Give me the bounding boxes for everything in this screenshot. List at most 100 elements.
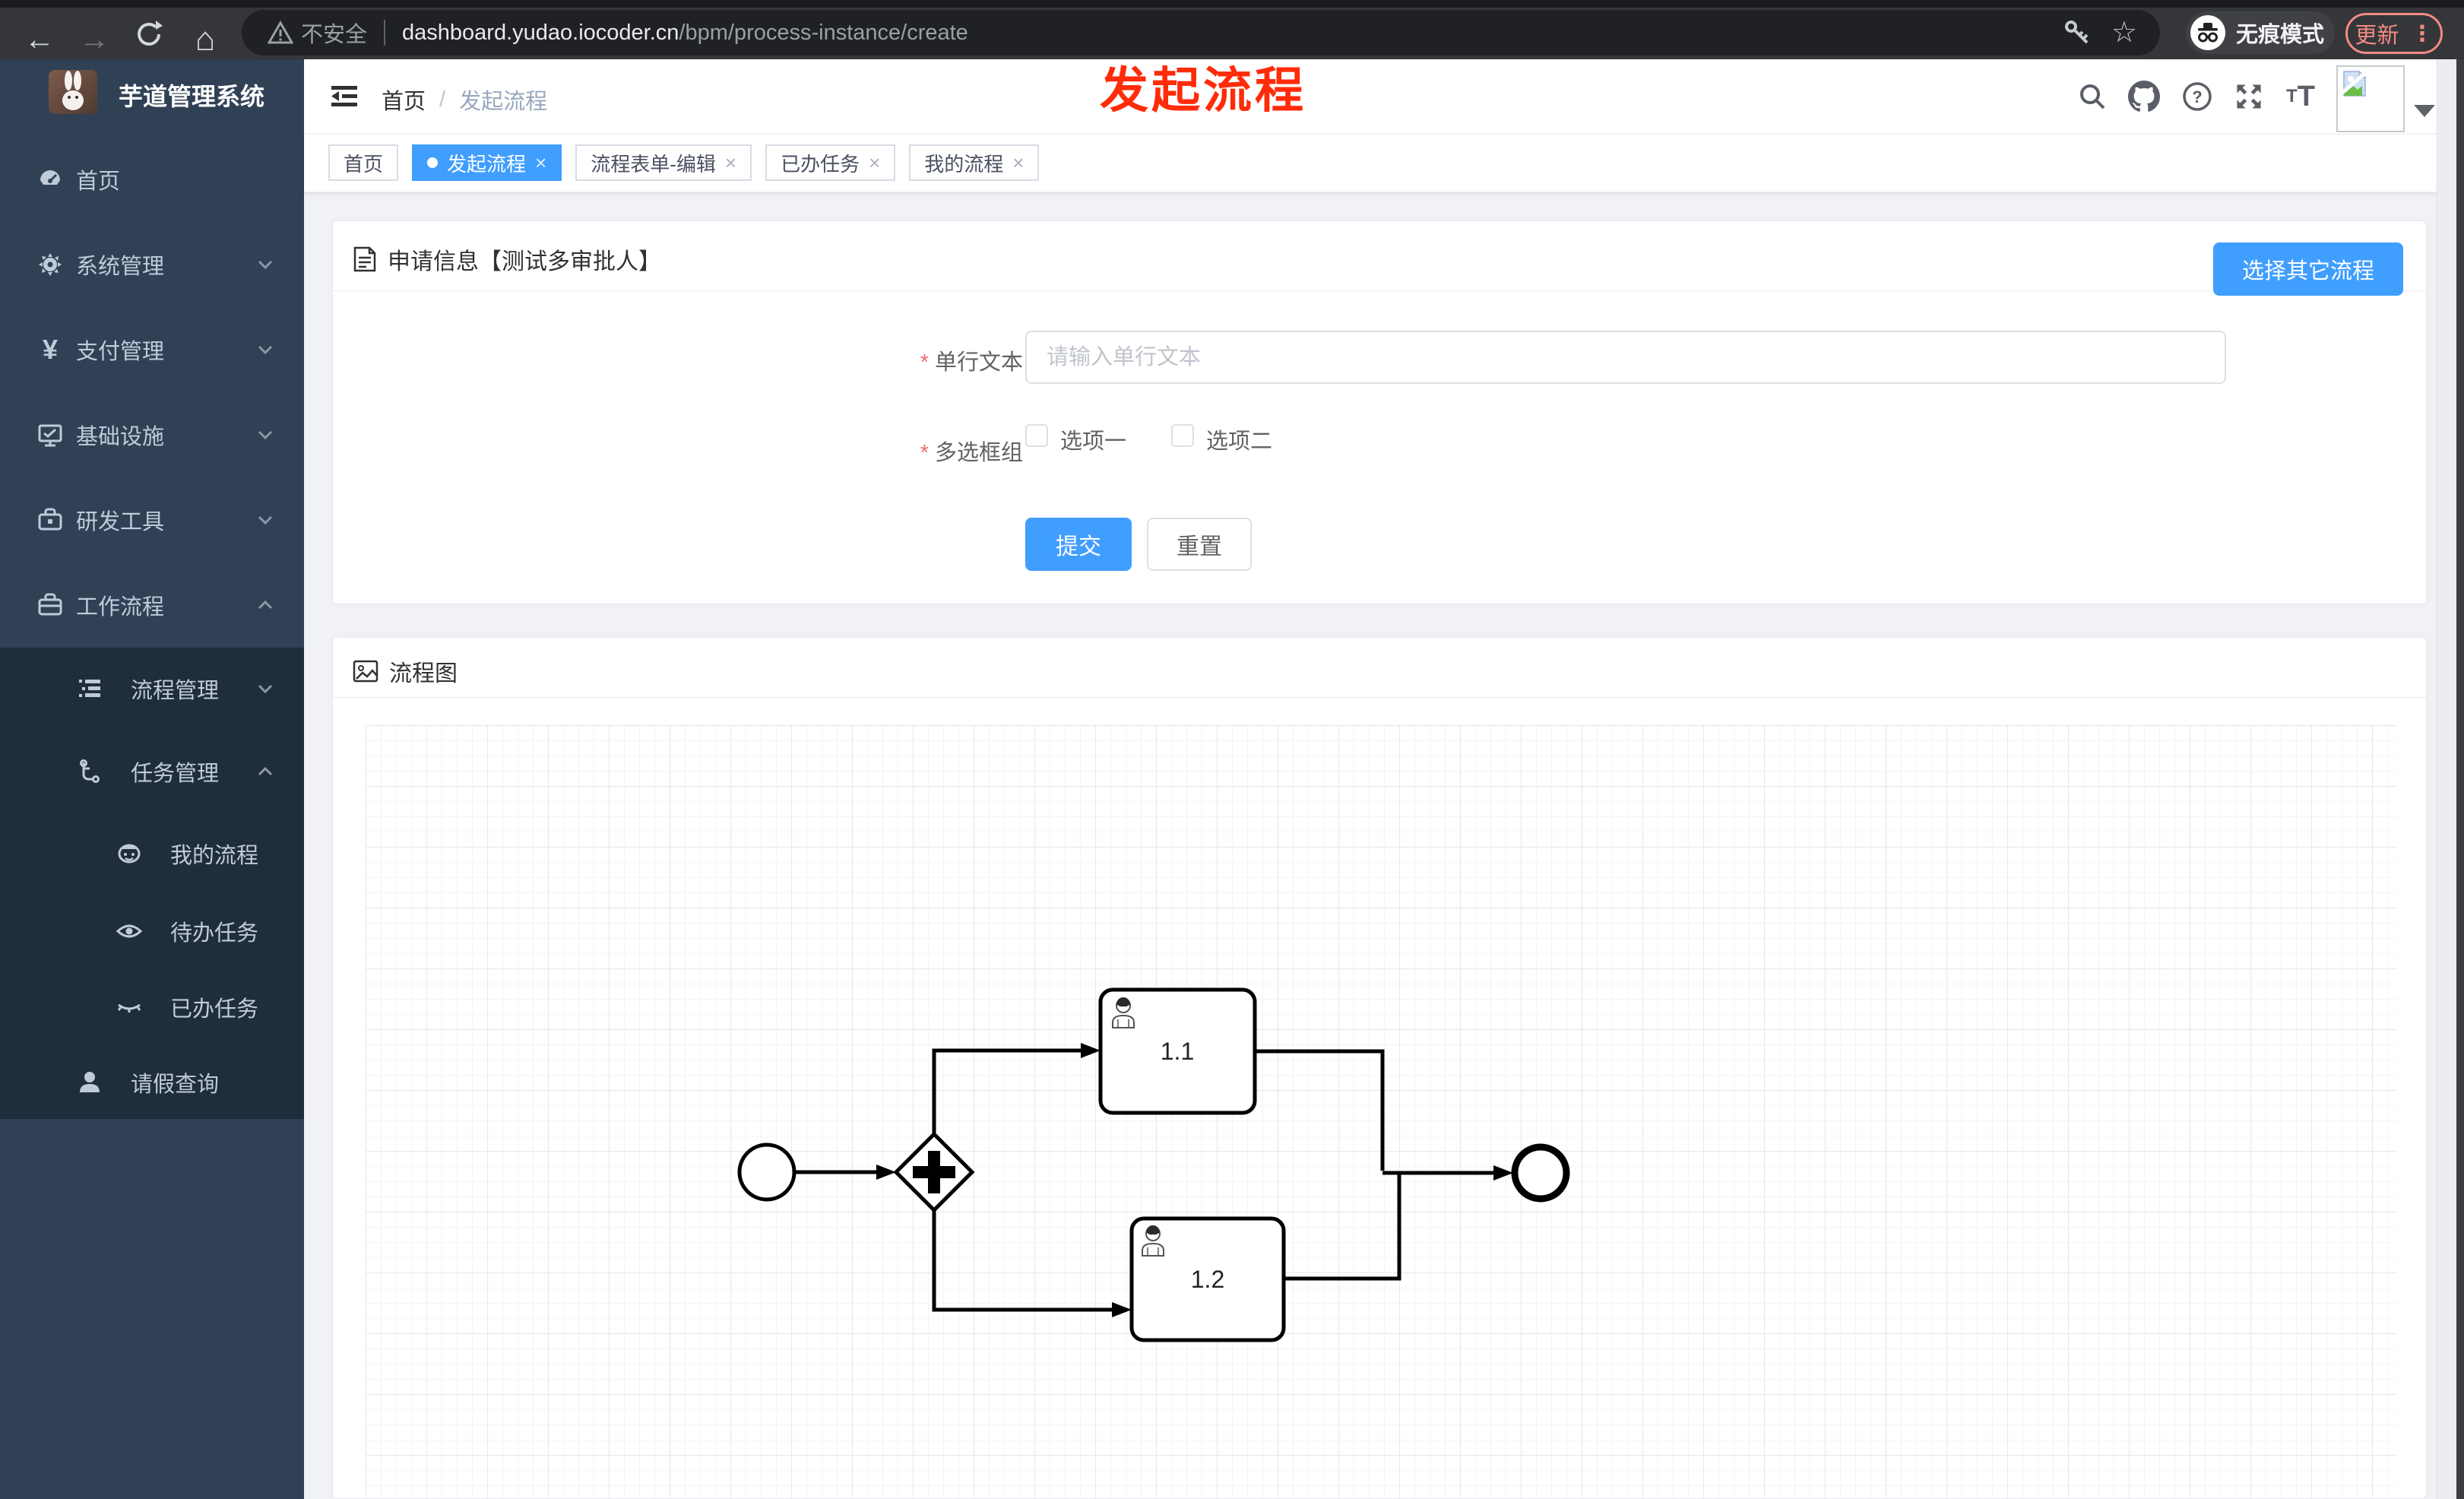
yen-icon: ¥ — [42, 334, 59, 365]
sidebar-item-my-process[interactable]: 我的流程 — [0, 813, 304, 893]
chevron-down-icon — [254, 338, 277, 361]
card-title: 流程图 — [389, 661, 458, 686]
password-key-icon[interactable] — [2063, 18, 2092, 47]
url-host: dashboard.yudao.iocoder.cn — [402, 20, 679, 45]
user-task-node-1-2[interactable]: 1.2 — [1129, 1216, 1286, 1342]
checkbox-label[interactable]: 选项一 — [1060, 423, 1126, 455]
tab-label: 已办任务 — [781, 152, 860, 176]
sidebar-item-label: 支付管理 — [76, 340, 165, 364]
fullscreen-icon[interactable] — [2231, 79, 2266, 114]
tab-label: 发起流程 — [447, 152, 527, 176]
security-label: 不安全 — [301, 23, 368, 47]
submit-button[interactable]: 提交 — [1025, 518, 1132, 571]
task-label: 1.2 — [1191, 1266, 1224, 1293]
sidebar-item-task-mgmt[interactable]: 任务管理 — [0, 730, 304, 813]
breadcrumb-separator: / — [439, 87, 446, 112]
robot-icon — [112, 837, 146, 870]
sidebar-item-label: 流程管理 — [131, 679, 220, 703]
sidebar-item-label: 待办任务 — [170, 921, 259, 946]
sidebar-item-leave-query[interactable]: 请假查询 — [0, 1045, 304, 1119]
sidebar-item-home[interactable]: 首页 — [0, 137, 304, 222]
start-event-node[interactable] — [737, 1142, 797, 1202]
close-icon[interactable]: × — [1012, 151, 1024, 175]
sidebar-item-label: 我的流程 — [170, 843, 259, 868]
font-size-icon[interactable]: TT — [2283, 79, 2318, 114]
select-other-process-button[interactable]: 选择其它流程 — [2213, 242, 2403, 296]
svg-text:?: ? — [2192, 87, 2202, 106]
avatar-dropdown-caret-icon[interactable] — [2414, 105, 2435, 117]
incognito-badge: 无痕模式 — [2186, 11, 2335, 54]
sidebar-item-workflow[interactable]: 工作流程 — [0, 563, 304, 648]
forward-icon[interactable]: → — [73, 18, 116, 61]
flow-diagram-card: 流程图 1.1 1.2 — [332, 637, 2427, 1499]
sidebar-item-payment[interactable]: ¥ 支付管理 — [0, 307, 304, 392]
user-task-node-1-1[interactable]: 1.1 — [1098, 987, 1257, 1115]
tree-list-icon — [73, 672, 106, 705]
button-label: 选择其它流程 — [2241, 259, 2374, 284]
back-icon[interactable]: ← — [18, 18, 61, 61]
end-event-node[interactable] — [1511, 1143, 1570, 1203]
tab-my-process[interactable]: 我的流程 × — [909, 144, 1040, 181]
briefcase-icon — [33, 588, 67, 622]
sidebar-item-devtools[interactable]: 研发工具 — [0, 477, 304, 563]
home-icon[interactable]: ⌂ — [184, 18, 226, 61]
checkbox-label[interactable]: 选项二 — [1206, 423, 1272, 455]
bpmn-canvas[interactable]: 1.1 1.2 — [366, 725, 2396, 1498]
sidebar-item-label: 系统管理 — [76, 255, 165, 279]
url-text: dashboard.yudao.iocoder.cn/bpm/process-i… — [402, 21, 968, 46]
app-title: 芋道管理系统 — [119, 83, 265, 110]
avatar[interactable] — [2336, 65, 2405, 132]
chevron-down-icon — [254, 677, 277, 700]
sidebar-item-todo-tasks[interactable]: 待办任务 — [0, 893, 304, 969]
close-icon[interactable]: × — [869, 151, 880, 175]
chevron-down-icon — [254, 423, 277, 446]
flow-node-icon — [73, 755, 106, 788]
user-icon — [73, 1066, 106, 1099]
breadcrumb-current: 发起流程 — [459, 90, 548, 114]
parallel-gateway-node[interactable] — [893, 1131, 975, 1213]
sidebar-item-done-tasks[interactable]: 已办任务 — [0, 969, 304, 1045]
document-icon — [353, 246, 376, 272]
sidebar-logo-row[interactable]: 芋道管理系统 — [0, 59, 304, 132]
tab-create-process[interactable]: 发起流程 × — [412, 144, 562, 181]
required-mark: * — [920, 441, 929, 465]
tab-form-edit[interactable]: 流程表单-编辑 × — [575, 144, 752, 181]
tab-label: 流程表单-编辑 — [591, 152, 716, 176]
checkbox-option-2[interactable] — [1171, 424, 1194, 447]
card-header: 流程图 — [333, 638, 2426, 698]
window-right-edge — [2456, 59, 2464, 1499]
chevron-down-icon — [254, 509, 277, 531]
window-frame — [0, 0, 2464, 8]
annotation-title: 发起流程 — [1100, 63, 1306, 118]
close-icon[interactable]: × — [535, 151, 546, 175]
sidebar-item-system[interactable]: 系统管理 — [0, 222, 304, 307]
image-icon — [353, 660, 378, 683]
security-chip[interactable]: 不安全 — [242, 17, 367, 49]
divider — [384, 20, 386, 46]
checkbox-option-1[interactable] — [1025, 424, 1048, 447]
broken-image-icon — [2341, 70, 2367, 97]
url-bar[interactable]: 不安全 dashboard.yudao.iocoder.cn/bpm/proce… — [242, 10, 2160, 55]
reset-button[interactable]: 重置 — [1147, 518, 1252, 571]
sidebar-item-label: 工作流程 — [76, 595, 165, 620]
active-dot-icon — [427, 157, 439, 168]
help-icon[interactable]: ? — [2180, 79, 2215, 114]
bookmark-star-icon[interactable]: ☆ — [2111, 18, 2137, 47]
tab-done-tasks[interactable]: 已办任务 × — [765, 144, 896, 181]
tab-home[interactable]: 首页 — [328, 144, 399, 181]
sidebar-item-process-mgmt[interactable]: 流程管理 — [0, 648, 304, 730]
url-path: /bpm/process-instance/create — [679, 20, 968, 45]
github-icon[interactable] — [2127, 79, 2162, 114]
page-scrollbar[interactable] — [2437, 59, 2457, 1499]
update-menu-button[interactable]: 更新 ⋮ — [2345, 13, 2443, 54]
close-icon[interactable]: × — [725, 151, 736, 175]
sidebar-collapse-icon[interactable] — [328, 81, 360, 113]
sidebar-item-label: 已办任务 — [170, 997, 259, 1022]
breadcrumb-home[interactable]: 首页 — [382, 84, 426, 116]
search-icon[interactable] — [2075, 79, 2110, 114]
reload-icon[interactable] — [128, 18, 170, 61]
button-label: 提交 — [1056, 534, 1101, 559]
sidebar-item-infra[interactable]: 基础设施 — [0, 392, 304, 477]
sidebar-item-label: 研发工具 — [76, 510, 165, 534]
single-line-text-input[interactable] — [1025, 331, 2226, 384]
